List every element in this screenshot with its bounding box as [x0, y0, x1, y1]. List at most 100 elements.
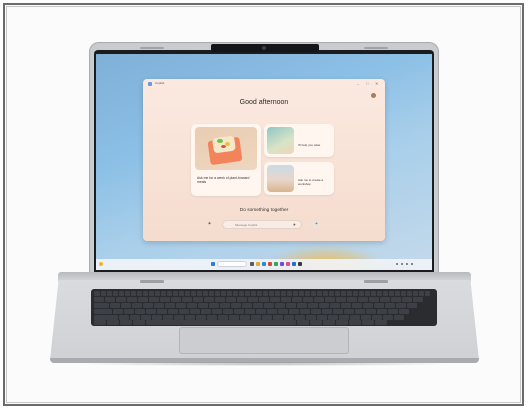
battery-icon[interactable] — [411, 263, 413, 265]
avatar[interactable] — [371, 93, 376, 98]
keyboard-key — [289, 309, 299, 314]
copilot-window: Copilot – □ ✕ Good afternoon Ask me for … — [143, 79, 385, 241]
keyboard-key — [319, 303, 329, 308]
start-icon[interactable] — [211, 262, 215, 266]
copilot-icon[interactable] — [286, 262, 290, 266]
store-icon[interactable] — [292, 262, 296, 266]
keyboard-key — [323, 320, 335, 325]
keyboard-key — [101, 291, 106, 296]
keyboard-key — [133, 320, 145, 325]
touchpad[interactable] — [179, 327, 349, 354]
keyboard-key — [154, 303, 164, 308]
keyboard-key — [257, 291, 262, 296]
keyboard-key — [399, 309, 409, 314]
keyboard-key — [146, 320, 296, 325]
keyboard-key — [149, 297, 159, 302]
keyboard-key — [425, 291, 430, 296]
file-explorer-icon[interactable] — [256, 262, 260, 266]
keyboard-key — [209, 291, 214, 296]
keyboard-key — [330, 303, 340, 308]
app-icon[interactable] — [274, 262, 278, 266]
keyboard-key — [311, 309, 321, 314]
keyboard-key — [374, 303, 384, 308]
task-view-icon[interactable] — [250, 262, 254, 266]
keyboard-key — [165, 303, 175, 308]
keyboard-key — [201, 309, 211, 314]
keyboard-key — [179, 291, 184, 296]
suggestion-card-workshop[interactable]: Ask me to create a workshop — [264, 162, 334, 195]
keyboard-key — [231, 303, 241, 308]
keyboard-key — [389, 291, 394, 296]
keyboard-key — [143, 291, 148, 296]
keyboard-key — [263, 291, 268, 296]
suggestion-card-relax[interactable]: I'll help you relax — [264, 124, 334, 157]
keyboard-key — [310, 320, 322, 325]
keyboard-key — [107, 291, 112, 296]
keyboard-key — [365, 291, 370, 296]
keyboard-key — [317, 291, 322, 296]
keyboard-key — [204, 297, 214, 302]
hinge-right — [364, 280, 388, 283]
keyboard-key — [325, 297, 335, 302]
keyboard-key — [119, 291, 124, 296]
keyboard-key — [160, 297, 170, 302]
minimize-button[interactable]: – — [357, 81, 359, 86]
key-row-top — [94, 303, 417, 308]
wifi-icon[interactable] — [401, 263, 403, 265]
keyboard-key — [120, 320, 132, 325]
maximize-button[interactable]: □ — [366, 81, 368, 86]
keyboard-key — [110, 303, 120, 308]
keyboard-key — [127, 297, 137, 302]
keyboard-key — [362, 320, 374, 325]
close-button[interactable]: ✕ — [375, 81, 378, 86]
keyboard-key — [226, 297, 236, 302]
add-icon[interactable]: + — [312, 220, 321, 229]
key-row-space — [94, 320, 387, 325]
keyboard-key — [264, 303, 274, 308]
suggestion-card-label: Ask me to create a workshop — [298, 178, 324, 186]
app-icon[interactable] — [298, 262, 302, 266]
microphone-icon[interactable]: ● — [293, 222, 296, 227]
laptop-shadow — [70, 362, 459, 366]
volume-icon[interactable] — [406, 263, 408, 265]
keyboard-key — [292, 297, 302, 302]
keyboard-key — [300, 309, 310, 314]
keyboard-key — [396, 303, 406, 308]
edge-icon[interactable] — [262, 262, 266, 266]
taskbar — [96, 259, 432, 270]
keyboard-key — [221, 291, 226, 296]
keyboard-key — [223, 309, 233, 314]
sparkle-icon[interactable]: ✦ — [206, 221, 213, 228]
keyboard-key — [275, 303, 285, 308]
keyboard-key — [237, 297, 247, 302]
keyboard-key — [375, 320, 387, 325]
keyboard-key — [105, 297, 115, 302]
keyboard-key — [116, 297, 126, 302]
message-placeholder: Message Copilot — [235, 223, 258, 227]
app-icon[interactable] — [268, 262, 272, 266]
keyboard-key — [138, 297, 148, 302]
weather-icon[interactable] — [99, 262, 103, 266]
keyboard-key — [193, 297, 203, 302]
keyboard-key — [358, 297, 368, 302]
keyboard-key — [385, 303, 395, 308]
keyboard-key — [245, 291, 250, 296]
keyboard-key — [203, 291, 208, 296]
keyboard-key — [161, 291, 166, 296]
keyboard-key — [113, 309, 123, 314]
keyboard-key — [281, 297, 291, 302]
keyboard-key — [135, 309, 145, 314]
keyboard-key — [336, 320, 348, 325]
message-input[interactable]: Message Copilot ● — [222, 220, 302, 229]
chevron-up-icon[interactable] — [396, 263, 398, 265]
keyboard-key — [167, 291, 172, 296]
keyboard-key — [173, 291, 178, 296]
keyboard-key — [269, 291, 274, 296]
app-icon[interactable] — [280, 262, 284, 266]
keyboard-key — [355, 309, 365, 314]
taskbar-search[interactable] — [217, 261, 247, 267]
keyboard-key — [336, 297, 346, 302]
keyboard-key — [353, 291, 358, 296]
keyboard-key — [287, 291, 292, 296]
suggestion-card-meals[interactable]: Ask me for a week of plant-forward meals — [191, 124, 261, 196]
